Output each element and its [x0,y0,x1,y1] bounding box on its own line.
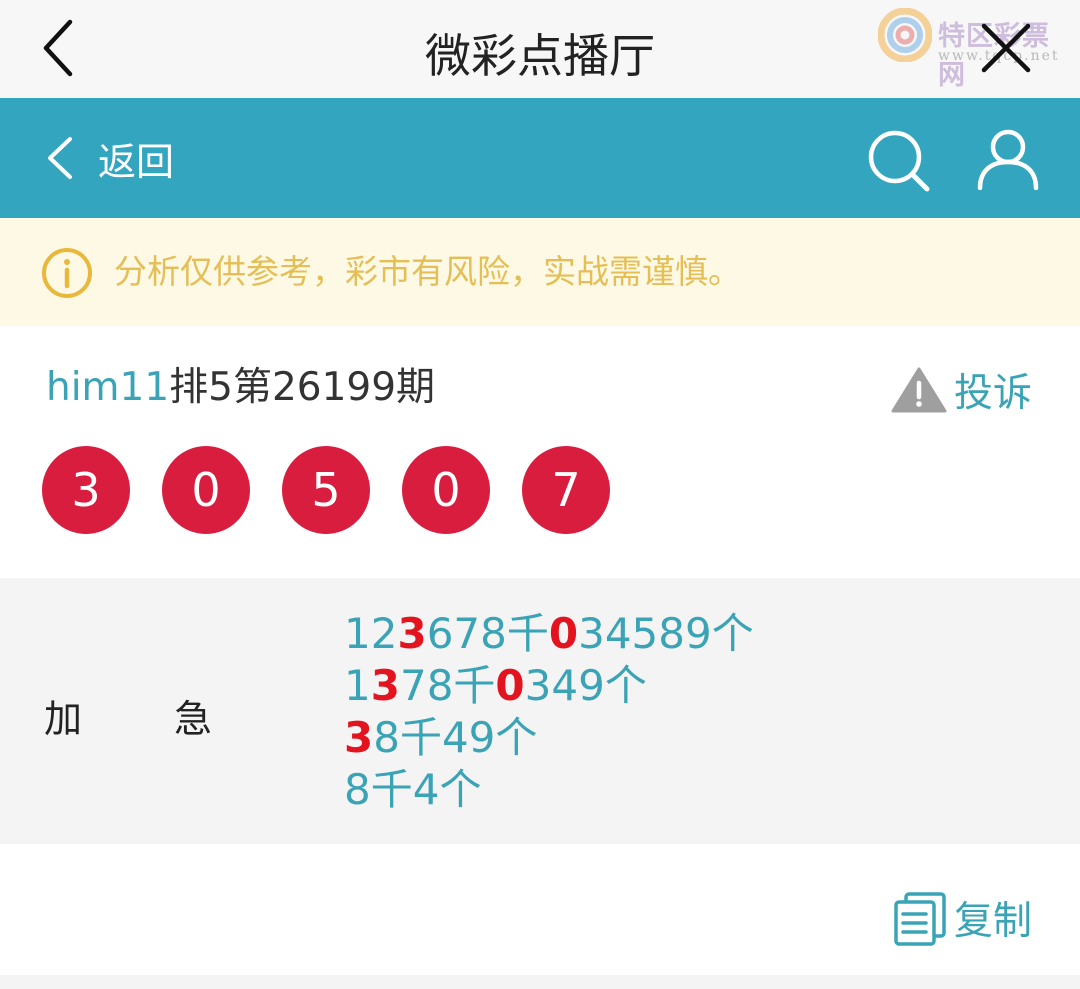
watermark-logo: 特区彩票网 www.tqcp.net [876,6,1072,91]
number-ball: 5 [282,446,370,534]
copy-icon [894,892,946,946]
back-button[interactable]: 返回 [44,134,174,184]
number-ball: 3 [42,446,130,534]
report-label: 投诉 [954,371,1033,416]
notice-text: 分析仅供参考，彩市有风险，实战需谨慎。 [114,252,741,291]
prediction-segment: 12 [344,609,398,658]
close-icon[interactable] [978,20,1034,76]
search-icon[interactable] [866,128,932,194]
back-label: 返回 [98,139,175,184]
prediction-hit: 3 [397,609,427,658]
info-icon [42,248,92,298]
prediction-key-1: 加 [44,697,83,741]
prediction-segment: 8千49个 [373,713,538,762]
author-name[interactable]: him11 [46,365,169,410]
prediction-segment: 78千 [399,661,496,710]
prediction-key-2: 急 [174,697,213,741]
risk-notice: 分析仅供参考，彩市有风险，实战需谨慎。 [0,218,1080,326]
number-ball: 7 [522,446,610,534]
prediction-line: 123678千034589个 [344,608,754,660]
number-ball: 0 [402,446,490,534]
prediction-line: 1378千0349个 [344,660,754,712]
prediction-line: 38千49个 [344,712,754,764]
swirl-logo-icon [878,8,932,62]
warning-icon [891,367,947,413]
winning-numbers: 3 0 5 0 7 [42,446,610,534]
prediction-hit: 3 [370,661,400,710]
number-ball: 0 [162,446,250,534]
chevron-left-icon [48,137,72,179]
user-icon[interactable] [976,128,1040,190]
prediction-segment: 8千4个 [344,765,482,814]
prediction-segment: 1 [344,661,371,710]
copy-label: 复制 [954,899,1033,944]
nav-bar: 返回 [0,98,1080,218]
report-button[interactable]: 投诉 [890,362,1032,418]
prediction-lines: 123678千034589个 1378千0349个 38千49个 8千4个 [344,608,754,816]
prediction-line: 8千4个 [344,764,754,816]
prediction-segment: 34589个 [578,609,754,658]
prediction-segment: 349个 [524,661,647,710]
divider [0,975,1080,989]
prediction-hit: 3 [344,713,374,762]
issue-label: 排5第26199期 [169,365,436,410]
prediction-hit: 0 [548,609,579,658]
copy-button[interactable]: 复制 [892,890,1032,946]
prediction-segment: 678千 [426,609,549,658]
issue-title: him11排5第26199期 [46,360,435,416]
prediction-hit: 0 [495,661,525,710]
prediction-panel: 加 急 123678千034589个 1378千0349个 38千49个 8千4… [0,578,1080,844]
title-bar: 微彩点播厅 特区彩票网 www.tqcp.net [0,0,1080,98]
